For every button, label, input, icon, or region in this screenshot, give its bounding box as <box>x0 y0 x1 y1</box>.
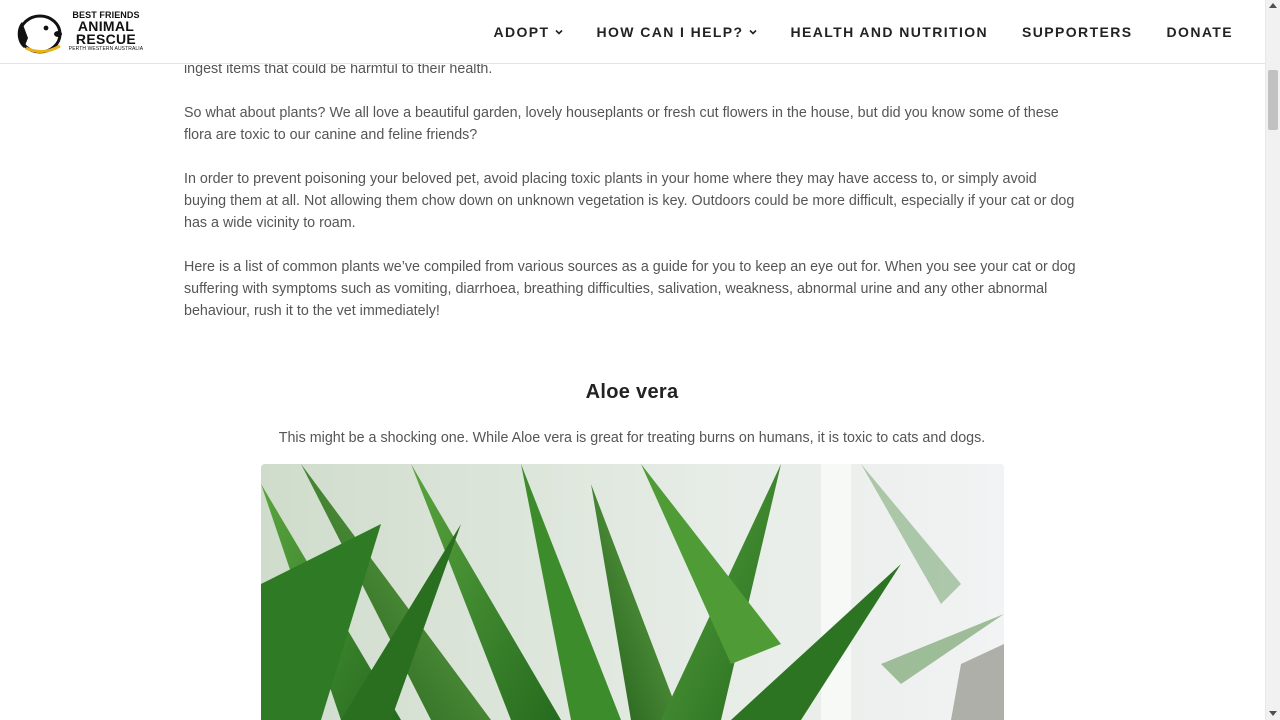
nav-item-label: HEALTH AND NUTRITION <box>790 24 989 40</box>
nav-item-label: HOW CAN I HELP? <box>596 24 744 40</box>
page-scrollbar[interactable] <box>1265 0 1280 720</box>
nav-item-donate[interactable]: DONATE <box>1167 24 1233 40</box>
scroll-down-arrow-icon[interactable] <box>1269 711 1277 716</box>
scrollbar-thumb[interactable] <box>1268 70 1278 130</box>
nav-item-supporters[interactable]: SUPPORTERS <box>1022 24 1132 40</box>
nav-item-adopt[interactable]: ADOPT <box>494 24 563 40</box>
chevron-down-icon <box>748 29 757 35</box>
nav-item-health-and-nutrition[interactable]: HEALTH AND NUTRITION <box>791 24 989 40</box>
site-logo[interactable]: BEST FRIENDS ANIMAL RESCUE PERTH WESTERN… <box>14 8 146 56</box>
aloe-vera-image <box>261 464 1004 720</box>
scroll-up-arrow-icon[interactable] <box>1269 3 1277 8</box>
article-paragraph: So what about plants? We all love a beau… <box>184 105 1059 143</box>
article-paragraph: Here is a list of common plants we’ve co… <box>184 259 1076 319</box>
article-paragraph: In order to prevent poisoning your belov… <box>184 171 1075 231</box>
plant-title: Aloe vera <box>585 381 679 403</box>
logo-line-3: RESCUE <box>75 31 137 47</box>
chevron-down-icon <box>554 29 563 35</box>
site-header: BEST FRIENDS ANIMAL RESCUE PERTH WESTERN… <box>0 0 1265 64</box>
nav-item-label: ADOPT <box>493 24 550 40</box>
plant-description: This might be a shocking one. While Aloe… <box>278 430 986 446</box>
nav-item-label: DONATE <box>1166 24 1233 40</box>
logo-line-4: PERTH WESTERN AUSTRALIA <box>68 46 144 52</box>
dog-head-icon <box>17 14 62 54</box>
logo-text: BEST FRIENDS ANIMAL RESCUE PERTH WESTERN… <box>64 10 148 53</box>
main-nav: ADOPT HOW CAN I HELP? HEALTH AND NUTRITI… <box>460 0 1234 64</box>
nav-item-how-can-i-help[interactable]: HOW CAN I HELP? <box>597 24 757 40</box>
aloe-plant-illustration <box>261 464 1004 720</box>
nav-item-label: SUPPORTERS <box>1022 24 1133 40</box>
